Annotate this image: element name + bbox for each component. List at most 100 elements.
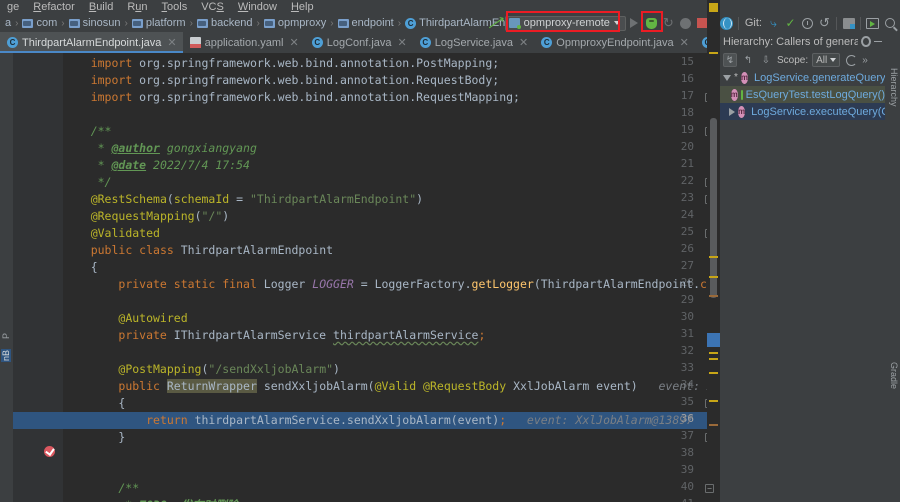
record-button[interactable] [677,15,694,31]
close-icon[interactable]: ✕ [678,36,689,49]
scope-selector[interactable]: All [812,53,841,67]
configuration-icon [508,18,521,29]
code-token: @date [111,158,147,172]
line-number: 21 [680,157,694,170]
record-icon [679,17,691,29]
code-token: */ [63,175,112,189]
hierarchy-row[interactable]: *m LogService.generateQueryCon [720,69,885,86]
code-token: ( [194,209,202,223]
code-token: * [63,158,112,172]
close-icon[interactable]: ✕ [517,36,528,49]
code-token: @RestSchema [90,192,167,206]
rerun-button[interactable]: ↻ [660,15,677,31]
breadcrumb-item-endpoint[interactable]: endpoint [335,17,397,29]
editor-marker-bar[interactable] [707,0,720,449]
breadcrumb-item-a[interactable]: a [2,17,14,29]
breadcrumb-item-com[interactable]: com [19,17,60,29]
warning-marker[interactable] [709,352,718,354]
close-icon[interactable]: ✕ [165,36,176,49]
menu-item-window[interactable]: Window [231,0,284,14]
breadcrumb-item-sinosun[interactable]: sinosun [66,17,124,29]
run-arrow-icon[interactable]: ⟶ [484,11,508,34]
warning-marker[interactable] [709,276,718,278]
scope-value: All [816,54,828,66]
right-tab-hierarchy[interactable]: Hierarchy [889,68,899,107]
gear-icon[interactable] [861,36,872,47]
close-icon[interactable]: ✕ [288,36,299,49]
hierarchy-toolbar: ↯ ↰ ⇩ Scope: All » [720,51,885,69]
breadcrumb-item-opmproxy[interactable]: opmproxy [261,17,329,29]
refresh-icon[interactable] [844,53,858,67]
editor-tab-label: LogConf.java [326,36,392,49]
menu-item-build[interactable]: Build [82,0,120,14]
history-button[interactable] [799,15,816,31]
divider [737,16,739,30]
menu-item-run[interactable]: Run [120,0,154,14]
run-button[interactable] [626,15,643,31]
hierarchy-row[interactable]: m EsQueryTest.testLogQuery() [720,86,885,103]
editor-tab-strip: C ThirdpartAlarmEndpoint.java ✕ application… [0,32,733,53]
editor-tab-opmproxyendpoint-java[interactable]: C OpmproxyEndpoint.java ✕ [534,32,695,53]
code-line: private static final Logger LOGGER = Log… [63,276,720,293]
warning-marker[interactable] [709,52,718,54]
editor-tab-thirdpartalarmendpoint-java[interactable]: C ThirdpartAlarmEndpoint.java ✕ [0,32,183,53]
chevron-right-icon[interactable] [729,107,735,116]
typo-marker[interactable] [709,295,718,297]
open-in-browser-button[interactable] [718,15,735,31]
warning-marker[interactable] [709,358,718,360]
callers-hierarchy-icon[interactable]: ↯ [723,53,737,67]
typo-marker[interactable] [709,424,718,426]
inspection-status-icon[interactable] [709,3,718,12]
editor-tab-logconf-java[interactable]: C LogConf.java ✕ [305,32,413,53]
scrollbar-thumb[interactable] [710,118,717,298]
menu-item-vcs[interactable]: VCS [194,0,231,14]
hierarchy-tree[interactable]: *mLogService.generateQueryConmEsQueryTes… [720,69,885,120]
code-fold-toggle[interactable]: − [705,484,714,493]
search-everywhere-button[interactable] [881,15,898,31]
warning-marker[interactable] [709,400,718,402]
more-actions-icon[interactable]: » [862,55,868,66]
editor-tab-logservice-java[interactable]: C LogService.java ✕ [413,32,535,53]
callees-hierarchy-icon[interactable]: ↰ [741,53,755,67]
right-tab-gradle[interactable]: Gradle [889,362,899,389]
code-token: TODO: 发布时删除 [139,498,238,502]
update-project-button[interactable]: ⤷ [765,15,782,31]
editor-tab-application-yaml[interactable]: application.yaml ✕ [183,32,305,53]
commit-button[interactable]: ✓ [782,15,799,31]
menu-item-ge[interactable]: ge [0,0,26,14]
breakpoint-marker[interactable] [44,446,55,457]
terminal-button[interactable] [864,15,881,31]
code-line: @RequestMapping("/") [63,208,230,225]
left-tab-project[interactable]: P [1,333,11,339]
breadcrumb-item-platform[interactable]: platform [129,17,189,29]
breadcrumb-label: sinosun [82,17,121,29]
close-icon[interactable]: ✕ [396,36,407,49]
code-editor[interactable]: 15 import org.springframework.web.bind.a… [13,53,720,502]
sort-alphabetically-icon[interactable]: ⇩ [759,53,773,67]
menu-item-tools[interactable]: Tools [155,0,195,14]
run-configuration-selector[interactable]: opmproxy-remote [504,15,626,31]
line-number: 37 [680,429,694,442]
minimize-icon[interactable] [874,40,883,43]
breadcrumb-item-backend[interactable]: backend [194,17,256,29]
menu-item-refactor[interactable]: Refactor [26,0,82,14]
editor-gutter[interactable] [13,53,63,502]
stacktrace-button[interactable] [840,15,857,31]
hierarchy-row[interactable]: m LogService.executeQuery(Qu [720,103,885,120]
code-token: ThirdpartAlarmEndpoint [173,243,334,257]
warning-marker[interactable] [709,372,718,374]
debug-button[interactable] [643,15,660,31]
yaml-file-icon [189,37,201,48]
chevron-down-icon[interactable] [723,74,731,81]
line-number: 29 [680,293,694,306]
code-line: return thirdpartAlarmService.sendXxljobA… [63,412,693,429]
left-tab-structure[interactable]: nB [1,349,11,363]
code-token: private static final [118,277,257,291]
code-token: thirdpartAlarmService. [187,413,347,427]
rollback-button[interactable]: ↺ [816,15,833,31]
line-number: 30 [680,310,694,323]
hierarchy-panel: Hierarchy: Callers of generate… ↯ ↰ ⇩ Sc… [720,32,885,502]
warning-marker[interactable] [709,256,718,258]
menu-item-help[interactable]: Help [284,0,321,14]
